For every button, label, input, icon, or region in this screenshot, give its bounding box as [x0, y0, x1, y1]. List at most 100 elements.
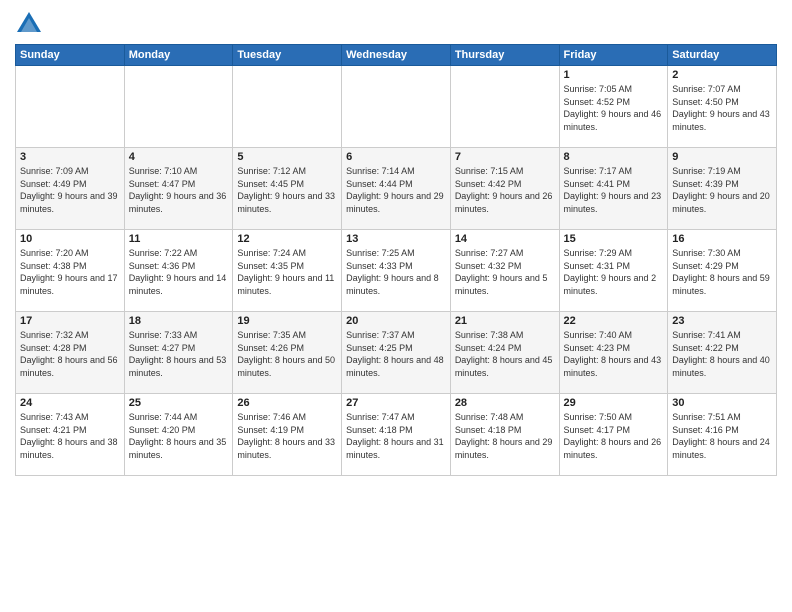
day-info: Sunrise: 7:35 AM Sunset: 4:26 PM Dayligh…	[237, 329, 337, 379]
day-info: Sunrise: 7:43 AM Sunset: 4:21 PM Dayligh…	[20, 411, 120, 461]
day-number: 27	[346, 397, 446, 409]
day-number: 17	[20, 315, 120, 327]
day-cell: 10 Sunrise: 7:20 AM Sunset: 4:38 PM Dayli…	[16, 230, 125, 312]
day-number: 10	[20, 233, 120, 245]
day-number: 28	[455, 397, 555, 409]
day-cell: 16 Sunrise: 7:30 AM Sunset: 4:29 PM Dayli…	[668, 230, 777, 312]
day-number: 1	[564, 69, 664, 81]
day-number: 20	[346, 315, 446, 327]
weekday-header-row: SundayMondayTuesdayWednesdayThursdayFrid…	[16, 45, 777, 66]
day-info: Sunrise: 7:07 AM Sunset: 4:50 PM Dayligh…	[672, 83, 772, 133]
day-cell: 4 Sunrise: 7:10 AM Sunset: 4:47 PM Daylig…	[124, 148, 233, 230]
day-cell: 28Sunrise: 7:48 AM Sunset: 4:18 PM Dayli…	[450, 394, 559, 476]
header	[15, 10, 777, 38]
day-cell: 15Sunrise: 7:29 AM Sunset: 4:31 PM Dayli…	[559, 230, 668, 312]
day-number: 24	[20, 397, 120, 409]
calendar: SundayMondayTuesdayWednesdayThursdayFrid…	[15, 44, 777, 476]
day-info: Sunrise: 7:38 AM Sunset: 4:24 PM Dayligh…	[455, 329, 555, 379]
day-number: 22	[564, 315, 664, 327]
weekday-header-friday: Friday	[559, 45, 668, 66]
day-number: 11	[129, 233, 229, 245]
week-row-3: 10 Sunrise: 7:20 AM Sunset: 4:38 PM Dayli…	[16, 230, 777, 312]
day-cell: 14Sunrise: 7:27 AM Sunset: 4:32 PM Dayli…	[450, 230, 559, 312]
day-number: 8	[564, 151, 664, 163]
day-number: 29	[564, 397, 664, 409]
weekday-header-wednesday: Wednesday	[342, 45, 451, 66]
day-cell: 30Sunrise: 7:51 AM Sunset: 4:16 PM Dayli…	[668, 394, 777, 476]
day-number: 16	[672, 233, 772, 245]
day-info: Sunrise: 7:29 AM Sunset: 4:31 PM Dayligh…	[564, 247, 664, 297]
day-info: Sunrise: 7:30 AM Sunset: 4:29 PM Dayligh…	[672, 247, 772, 297]
day-number: 23	[672, 315, 772, 327]
day-number: 4	[129, 151, 229, 163]
day-number: 7	[455, 151, 555, 163]
day-number: 18	[129, 315, 229, 327]
day-number: 25	[129, 397, 229, 409]
day-info: Sunrise: 7:32 AM Sunset: 4:28 PM Dayligh…	[20, 329, 120, 379]
day-cell: 9 Sunrise: 7:19 AM Sunset: 4:39 PM Daylig…	[668, 148, 777, 230]
day-info: Sunrise: 7:44 AM Sunset: 4:20 PM Dayligh…	[129, 411, 229, 461]
day-info: Sunrise: 7:25 AM Sunset: 4:33 PM Dayligh…	[346, 247, 446, 297]
day-cell: 27 Sunrise: 7:47 AM Sunset: 4:18 PM Dayli…	[342, 394, 451, 476]
day-cell	[342, 66, 451, 148]
weekday-header-saturday: Saturday	[668, 45, 777, 66]
day-cell: 21Sunrise: 7:38 AM Sunset: 4:24 PM Dayli…	[450, 312, 559, 394]
weekday-header-monday: Monday	[124, 45, 233, 66]
day-info: Sunrise: 7:15 AM Sunset: 4:42 PM Dayligh…	[455, 165, 555, 215]
day-cell: 13 Sunrise: 7:25 AM Sunset: 4:33 PM Dayli…	[342, 230, 451, 312]
day-cell	[16, 66, 125, 148]
day-cell: 12 Sunrise: 7:24 AM Sunset: 4:35 PM Dayli…	[233, 230, 342, 312]
day-cell: 19Sunrise: 7:35 AM Sunset: 4:26 PM Dayli…	[233, 312, 342, 394]
day-info: Sunrise: 7:12 AM Sunset: 4:45 PM Dayligh…	[237, 165, 337, 215]
day-cell: 29 Sunrise: 7:50 AM Sunset: 4:17 PM Dayli…	[559, 394, 668, 476]
day-cell: 24 Sunrise: 7:43 AM Sunset: 4:21 PM Dayli…	[16, 394, 125, 476]
day-cell: 6 Sunrise: 7:14 AM Sunset: 4:44 PM Daylig…	[342, 148, 451, 230]
day-number: 14	[455, 233, 555, 245]
week-row-1: 1 Sunrise: 7:05 AM Sunset: 4:52 PM Daylig…	[16, 66, 777, 148]
day-info: Sunrise: 7:22 AM Sunset: 4:36 PM Dayligh…	[129, 247, 229, 297]
page: SundayMondayTuesdayWednesdayThursdayFrid…	[0, 0, 792, 612]
day-info: Sunrise: 7:41 AM Sunset: 4:22 PM Dayligh…	[672, 329, 772, 379]
day-cell: 11 Sunrise: 7:22 AM Sunset: 4:36 PM Dayli…	[124, 230, 233, 312]
day-info: Sunrise: 7:10 AM Sunset: 4:47 PM Dayligh…	[129, 165, 229, 215]
day-info: Sunrise: 7:47 AM Sunset: 4:18 PM Dayligh…	[346, 411, 446, 461]
day-cell: 22 Sunrise: 7:40 AM Sunset: 4:23 PM Dayli…	[559, 312, 668, 394]
weekday-header-sunday: Sunday	[16, 45, 125, 66]
day-cell: 20 Sunrise: 7:37 AM Sunset: 4:25 PM Dayli…	[342, 312, 451, 394]
logo	[15, 10, 47, 38]
day-info: Sunrise: 7:40 AM Sunset: 4:23 PM Dayligh…	[564, 329, 664, 379]
day-number: 13	[346, 233, 446, 245]
day-cell: 18 Sunrise: 7:33 AM Sunset: 4:27 PM Dayli…	[124, 312, 233, 394]
day-cell	[450, 66, 559, 148]
day-number: 9	[672, 151, 772, 163]
day-info: Sunrise: 7:50 AM Sunset: 4:17 PM Dayligh…	[564, 411, 664, 461]
day-number: 2	[672, 69, 772, 81]
day-number: 3	[20, 151, 120, 163]
day-info: Sunrise: 7:37 AM Sunset: 4:25 PM Dayligh…	[346, 329, 446, 379]
weekday-header-tuesday: Tuesday	[233, 45, 342, 66]
day-number: 26	[237, 397, 337, 409]
day-info: Sunrise: 7:24 AM Sunset: 4:35 PM Dayligh…	[237, 247, 337, 297]
day-cell: 2 Sunrise: 7:07 AM Sunset: 4:50 PM Daylig…	[668, 66, 777, 148]
logo-icon	[15, 10, 43, 38]
day-info: Sunrise: 7:19 AM Sunset: 4:39 PM Dayligh…	[672, 165, 772, 215]
day-cell: 1 Sunrise: 7:05 AM Sunset: 4:52 PM Daylig…	[559, 66, 668, 148]
day-cell: 17 Sunrise: 7:32 AM Sunset: 4:28 PM Dayli…	[16, 312, 125, 394]
day-info: Sunrise: 7:20 AM Sunset: 4:38 PM Dayligh…	[20, 247, 120, 297]
day-number: 12	[237, 233, 337, 245]
week-row-4: 17 Sunrise: 7:32 AM Sunset: 4:28 PM Dayli…	[16, 312, 777, 394]
day-cell: 26 Sunrise: 7:46 AM Sunset: 4:19 PM Dayli…	[233, 394, 342, 476]
week-row-5: 24 Sunrise: 7:43 AM Sunset: 4:21 PM Dayli…	[16, 394, 777, 476]
day-info: Sunrise: 7:09 AM Sunset: 4:49 PM Dayligh…	[20, 165, 120, 215]
day-info: Sunrise: 7:14 AM Sunset: 4:44 PM Dayligh…	[346, 165, 446, 215]
day-info: Sunrise: 7:46 AM Sunset: 4:19 PM Dayligh…	[237, 411, 337, 461]
weekday-header-thursday: Thursday	[450, 45, 559, 66]
day-info: Sunrise: 7:05 AM Sunset: 4:52 PM Dayligh…	[564, 83, 664, 133]
day-cell: 3 Sunrise: 7:09 AM Sunset: 4:49 PM Daylig…	[16, 148, 125, 230]
day-info: Sunrise: 7:17 AM Sunset: 4:41 PM Dayligh…	[564, 165, 664, 215]
day-number: 6	[346, 151, 446, 163]
day-cell: 23 Sunrise: 7:41 AM Sunset: 4:22 PM Dayli…	[668, 312, 777, 394]
day-number: 30	[672, 397, 772, 409]
day-info: Sunrise: 7:33 AM Sunset: 4:27 PM Dayligh…	[129, 329, 229, 379]
day-cell: 8 Sunrise: 7:17 AM Sunset: 4:41 PM Daylig…	[559, 148, 668, 230]
